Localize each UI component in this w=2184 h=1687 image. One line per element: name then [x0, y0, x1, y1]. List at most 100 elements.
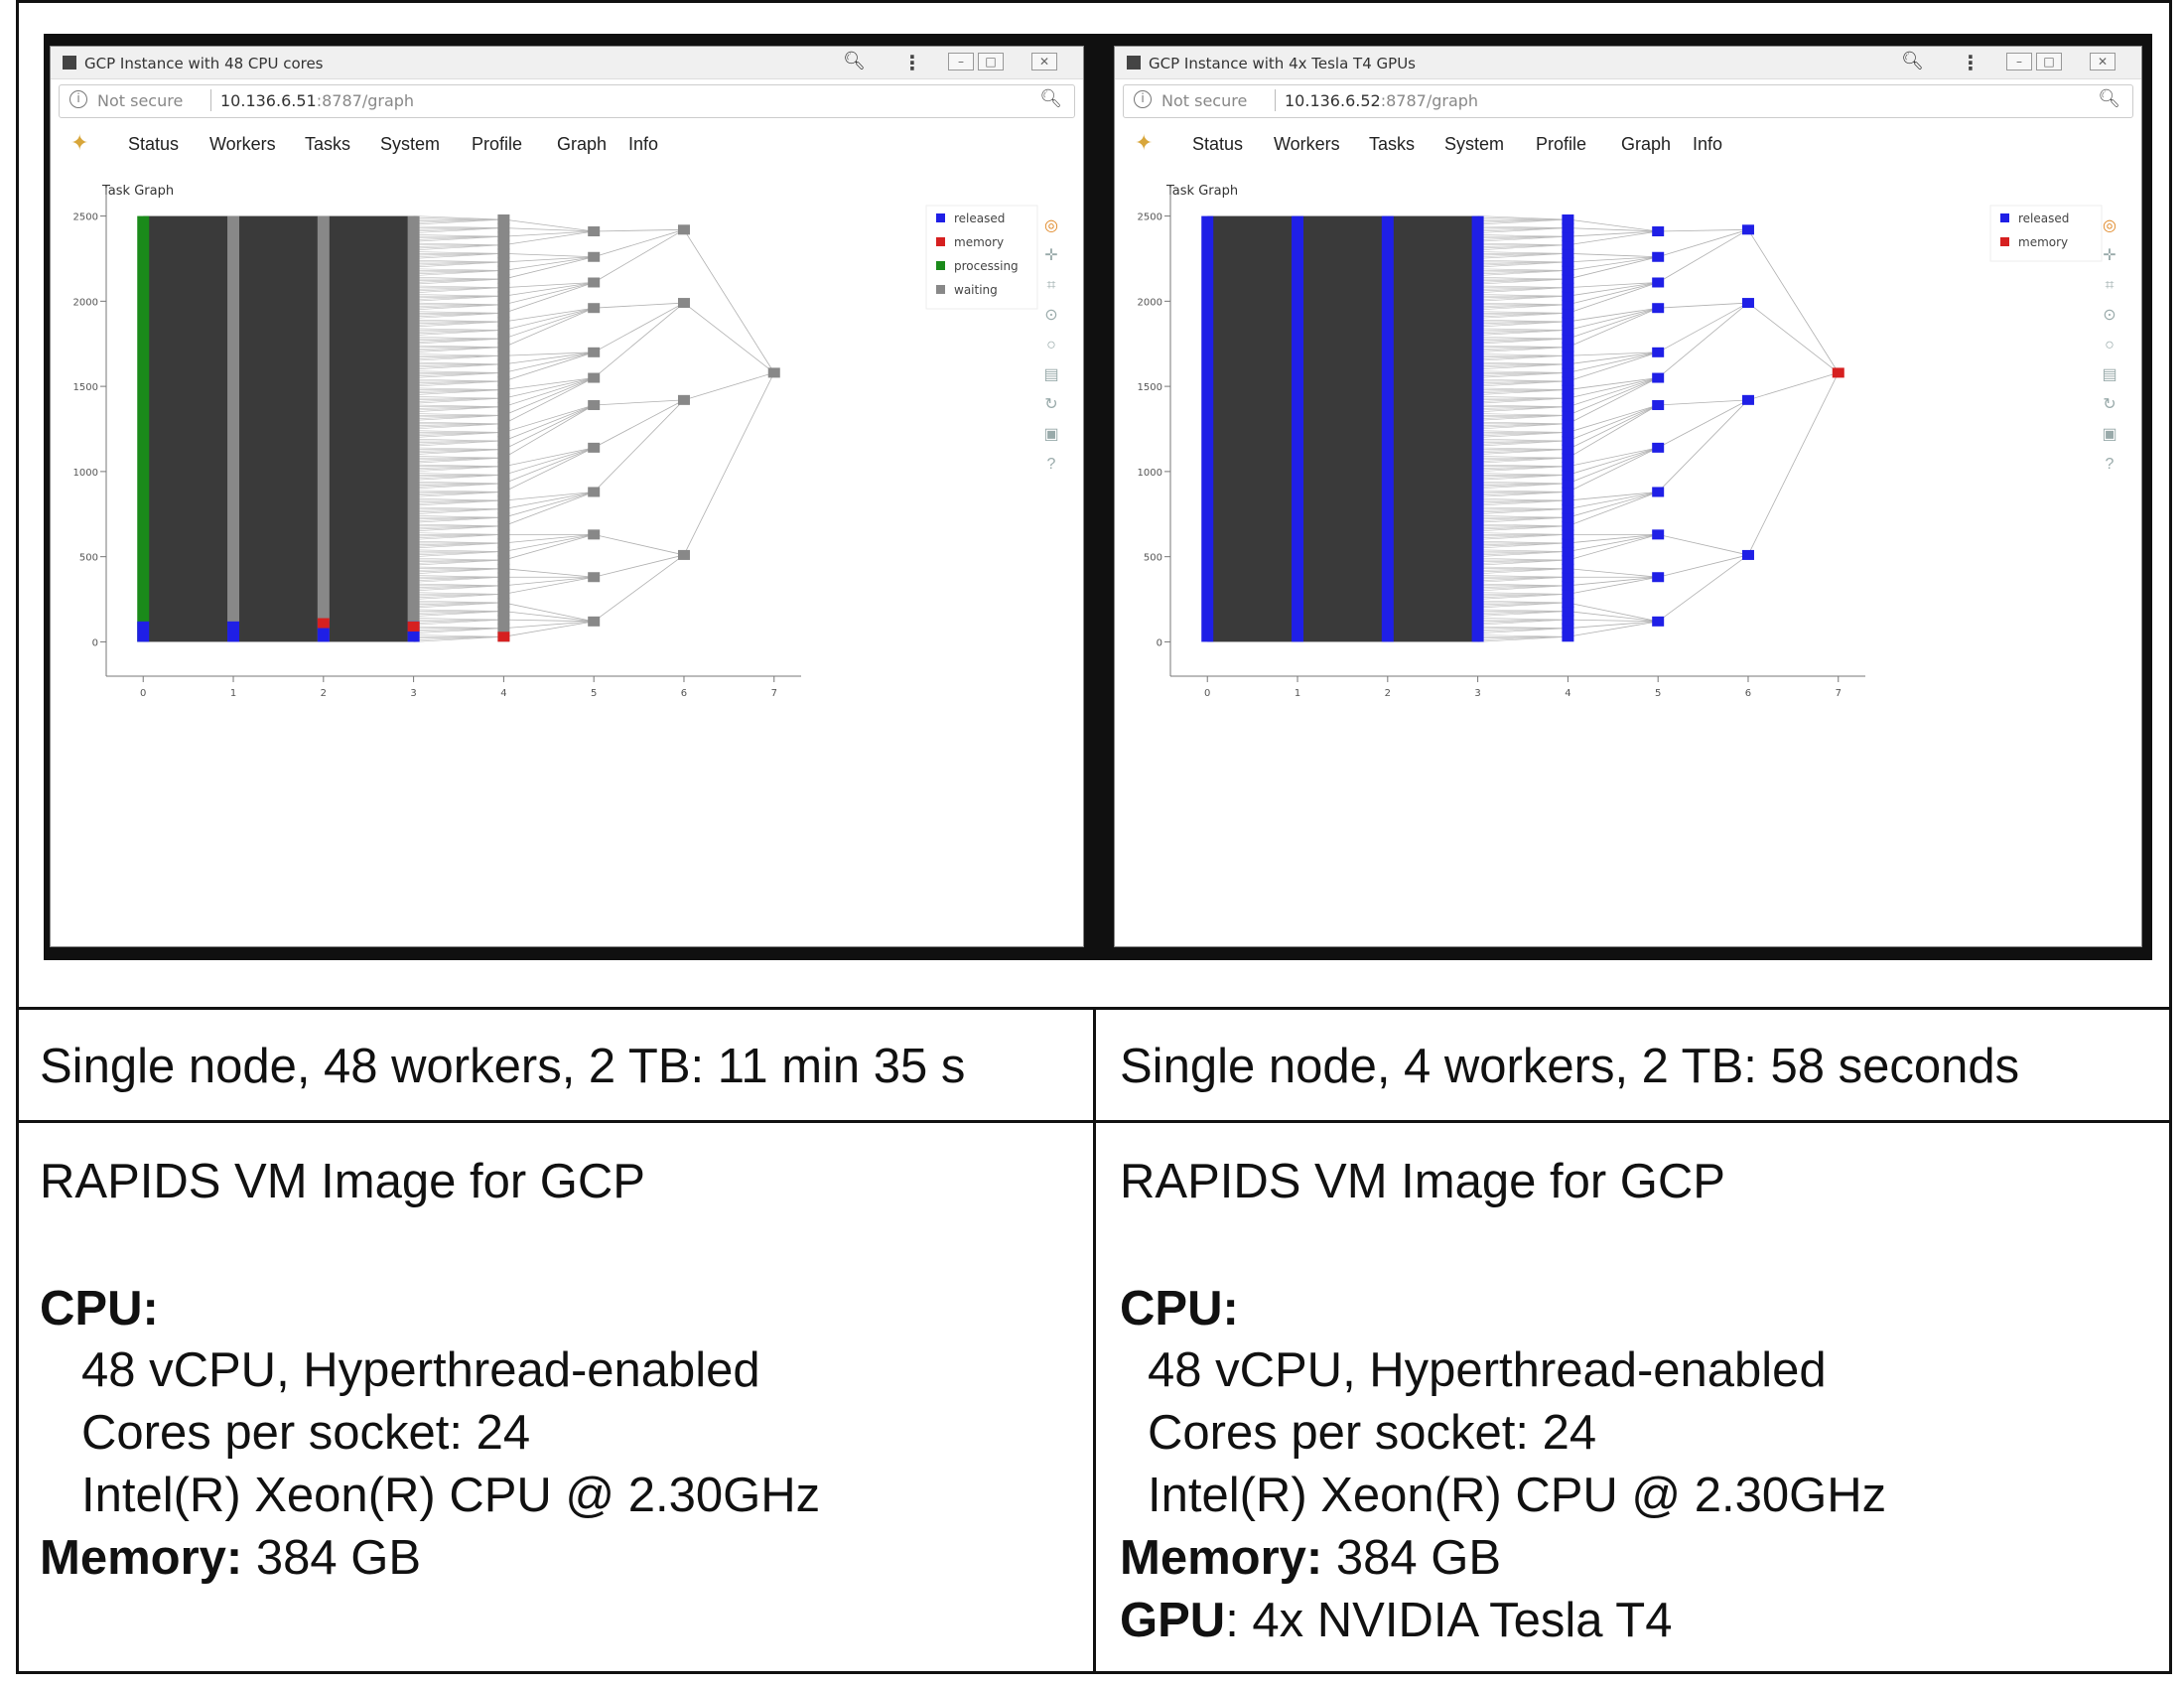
task-node: [1652, 303, 1665, 314]
graph-edge: [1568, 377, 1659, 408]
save-tool-icon[interactable]: ▤: [1037, 364, 1065, 386]
graph-edge: [503, 307, 595, 331]
task-node: [588, 399, 601, 410]
task-node: [497, 580, 510, 591]
legend-swatch: [2000, 237, 2009, 246]
task-node: [497, 384, 510, 395]
task-node: [677, 549, 690, 560]
task-node: [497, 358, 510, 369]
graph-edge: [1568, 576, 1659, 595]
cpu-line: Intel(R) Xeon(R) CPU @ 2.30GHz: [81, 1469, 821, 1522]
pan-tool-icon[interactable]: ✛: [2096, 245, 2123, 267]
graph-edge: [503, 447, 595, 468]
graph-edge: [503, 576, 595, 587]
graph-edge: [1658, 228, 1748, 232]
graph-edge: [503, 256, 595, 280]
task-node: [497, 495, 510, 506]
task-node: [497, 597, 510, 608]
graph-edge: [1657, 228, 1749, 283]
task-node: [497, 563, 510, 574]
task-node: [1562, 299, 1574, 310]
task-node: [497, 589, 510, 600]
x-tick-label: 1: [230, 688, 236, 699]
y-tick-label: 2000: [1138, 297, 1162, 308]
graph-edge: [1657, 554, 1749, 623]
task-node: [1562, 334, 1574, 345]
edge-band: [1207, 215, 1298, 642]
graph-edge: [503, 404, 595, 442]
reset-tool-icon[interactable]: ↻: [2096, 394, 2123, 416]
task-node: [497, 239, 510, 250]
hover-tool-icon[interactable]: ▣: [2096, 424, 2123, 446]
help-icon[interactable]: ?: [2096, 454, 2123, 476]
graph-edge: [1568, 492, 1659, 501]
task-graph-plot[interactable]: 0 500 1000 1500 2000 2500 0 1 2 3 4 5 6 7 released memo…: [51, 47, 1084, 947]
graph-edge: [503, 576, 595, 595]
graph-edge: [683, 372, 775, 556]
tap-tool-icon[interactable]: ○: [1037, 335, 1065, 356]
graph-edge: [1568, 576, 1659, 587]
hover-tool-icon[interactable]: ▣: [1037, 424, 1065, 446]
task-graph-plot[interactable]: 0 500 1000 1500 2000 2500 0 1 2 3 4 5 6 7 released memo…: [1115, 47, 2142, 947]
y-tick-label: 1000: [1138, 468, 1162, 479]
wheel-zoom-tool-icon[interactable]: ⊙: [2096, 305, 2123, 327]
x-tick-label: 5: [1655, 688, 1661, 699]
graph-edge: [683, 302, 775, 373]
task-node: [497, 418, 510, 429]
cpu-line: Cores per socket: 24: [1148, 1406, 1597, 1460]
legend-swatch: [936, 237, 945, 246]
task-node: [1652, 277, 1665, 288]
graph-edge: [503, 447, 595, 492]
task-node: [497, 572, 510, 583]
task-node: [1562, 478, 1574, 489]
task-node: [497, 351, 510, 361]
graph-edge: [503, 492, 595, 510]
graph-edge: [503, 230, 595, 246]
task-node: [1562, 444, 1574, 455]
task-node: [1832, 367, 1844, 378]
task-node: [1562, 358, 1574, 369]
task-node: [588, 487, 601, 497]
task-node: [1562, 495, 1574, 506]
help-icon[interactable]: ?: [1037, 454, 1065, 476]
tap-tool-icon[interactable]: ○: [2096, 335, 2123, 356]
spec-heading: RAPIDS VM Image for GCP: [40, 1155, 645, 1208]
edge-band: [233, 215, 324, 642]
box-zoom-tool-icon[interactable]: ⌗: [2096, 275, 2123, 297]
task-node: [1562, 512, 1574, 523]
box-zoom-tool-icon[interactable]: ⌗: [1037, 275, 1065, 297]
task-node: [497, 427, 510, 438]
task-node: [1652, 372, 1665, 383]
graph-edge: [593, 399, 685, 449]
task-node: [1562, 274, 1574, 285]
released-node: [137, 621, 150, 642]
task-node: [1741, 549, 1754, 560]
graph-edge: [503, 282, 595, 297]
y-tick-label: 1500: [73, 382, 98, 393]
task-node: [1562, 265, 1574, 276]
task-node: [1562, 606, 1574, 617]
task-node: [1562, 520, 1574, 531]
graph-edge: [503, 404, 595, 450]
task-node: [1652, 399, 1665, 410]
screenshot-panel: GCP Instance with 48 CPU cores 🔍︎ ⋮ – □ …: [44, 34, 2152, 960]
graph-edge: [1568, 256, 1659, 271]
reset-tool-icon[interactable]: ↻: [1037, 394, 1065, 416]
node-column: [1471, 215, 1484, 642]
task-node: [497, 367, 510, 378]
legend-swatch: [2000, 213, 2009, 222]
graph-edge: [1568, 307, 1659, 349]
y-tick-label: 2500: [73, 212, 98, 223]
x-tick-label: 0: [1204, 688, 1210, 699]
graph-edge: [1658, 533, 1749, 556]
task-node: [497, 256, 510, 267]
legend-label: waiting: [954, 283, 998, 297]
task-node: [588, 529, 601, 540]
task-node: [588, 303, 601, 314]
graph-edge: [1568, 447, 1659, 476]
save-tool-icon[interactable]: ▤: [2096, 364, 2123, 386]
wheel-zoom-tool-icon[interactable]: ⊙: [1037, 305, 1065, 327]
task-node: [497, 453, 510, 464]
pan-tool-icon[interactable]: ✛: [1037, 245, 1065, 267]
node-column: [137, 215, 150, 642]
